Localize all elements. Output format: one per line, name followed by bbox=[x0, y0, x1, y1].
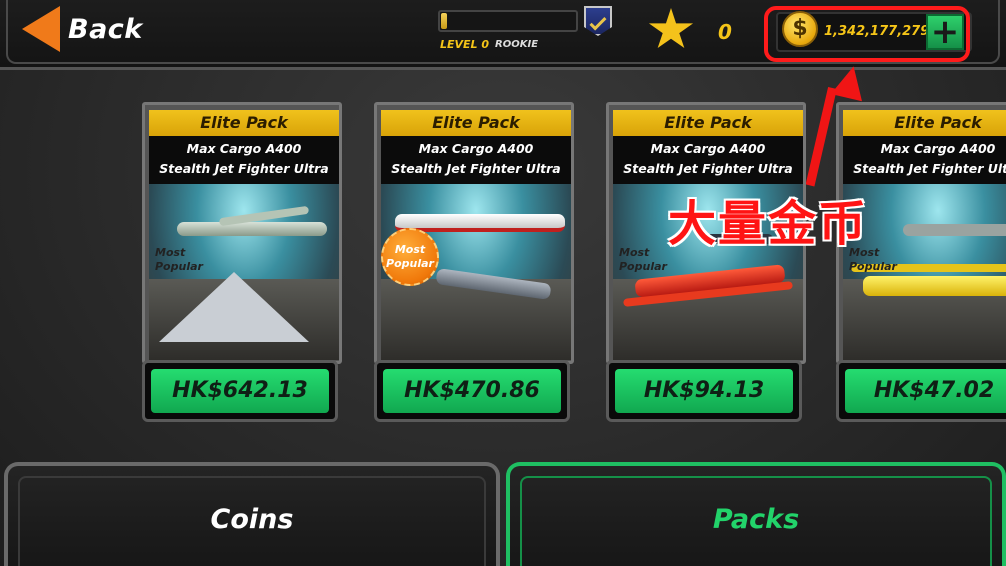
pack-title: Elite Pack bbox=[149, 110, 339, 136]
store-screen: Back LEVEL 0 ROOKIE 0 $ 1,342,177,279 + … bbox=[0, 0, 1006, 566]
pack-title: Elite Pack bbox=[381, 110, 571, 136]
pack-contents: Max Cargo A400 Stealth Jet Fighter Ultra bbox=[613, 136, 803, 184]
pack-contents-line1: Max Cargo A400 bbox=[418, 141, 534, 156]
cargo-plane-icon bbox=[177, 222, 327, 236]
pack-contents-line2: Stealth Jet Fighter Ultra bbox=[623, 161, 793, 176]
pack-frame: Elite Pack Max Cargo A400 Stealth Jet Fi… bbox=[374, 102, 574, 364]
price-button[interactable]: HK$642.13 bbox=[142, 360, 338, 422]
tab-coins-label: Coins bbox=[210, 504, 294, 535]
price-label: HK$470.86 bbox=[383, 369, 561, 413]
pack-card[interactable]: Elite Pack Max Cargo A400 Stealth Jet Fi… bbox=[142, 102, 342, 424]
tab-packs[interactable]: Packs bbox=[506, 462, 1006, 566]
rank-label: ROOKIE bbox=[495, 39, 539, 50]
pack-contents: Max Cargo A400 Stealth Jet Fighter Ultra bbox=[843, 136, 1006, 184]
pack-card[interactable]: Elite Pack Max Cargo A400 Stealth Jet Fi… bbox=[836, 102, 1006, 424]
price-label: HK$94.13 bbox=[615, 369, 793, 413]
rank-chevron-icon bbox=[589, 13, 607, 31]
highlight-outline bbox=[764, 6, 970, 62]
pack-image: Most Popular bbox=[381, 184, 571, 360]
pack-contents-line2: Stealth Jet Fighter Ultra bbox=[853, 161, 1006, 176]
price-label: HK$47.02 bbox=[845, 369, 1006, 413]
back-arrow-icon bbox=[22, 6, 60, 52]
star-count: 0 bbox=[718, 20, 732, 44]
pack-contents: Max Cargo A400 Stealth Jet Fighter Ultra bbox=[381, 136, 571, 184]
tab-coins[interactable]: Coins bbox=[4, 462, 500, 566]
pack-contents-line1: Max Cargo A400 bbox=[186, 141, 302, 156]
price-button[interactable]: HK$47.02 bbox=[836, 360, 1006, 422]
most-label: Most bbox=[619, 246, 650, 259]
pack-image: Most Popular bbox=[149, 184, 339, 360]
popular-label: Popular bbox=[849, 260, 897, 273]
annotation-arrow-head-icon bbox=[830, 62, 870, 102]
pack-contents-line1: Max Cargo A400 bbox=[650, 141, 766, 156]
most-label: Most bbox=[394, 243, 426, 256]
pack-title: Elite Pack bbox=[613, 110, 803, 136]
level-progress-fill bbox=[441, 13, 447, 29]
pack-contents: Max Cargo A400 Stealth Jet Fighter Ultra bbox=[149, 136, 339, 184]
popular-label: Popular bbox=[386, 257, 434, 270]
pack-card[interactable]: Elite Pack Max Cargo A400 Stealth Jet Fi… bbox=[606, 102, 806, 424]
pack-contents-line2: Stealth Jet Fighter Ultra bbox=[159, 161, 329, 176]
popular-label: Popular bbox=[619, 260, 667, 273]
most-label: Most bbox=[155, 246, 186, 259]
most-popular-label: Most Popular bbox=[155, 246, 203, 274]
price-button[interactable]: HK$94.13 bbox=[606, 360, 802, 422]
back-label: Back bbox=[68, 13, 143, 45]
level-progress-bar bbox=[438, 10, 578, 32]
level-label: LEVEL 0 bbox=[440, 38, 490, 51]
pack-frame: Elite Pack Max Cargo A400 Stealth Jet Fi… bbox=[142, 102, 342, 364]
pack-contents-line1: Max Cargo A400 bbox=[880, 141, 996, 156]
most-popular-badge: Most Popular bbox=[381, 228, 439, 286]
price-label: HK$642.13 bbox=[151, 369, 329, 413]
price-button[interactable]: HK$470.86 bbox=[374, 360, 570, 422]
pack-contents-line2: Stealth Jet Fighter Ultra bbox=[391, 161, 561, 176]
popular-label: Popular bbox=[155, 260, 203, 273]
annotation-text: 大量金币 bbox=[668, 196, 869, 252]
grey-plane-icon bbox=[903, 224, 1006, 236]
pack-card[interactable]: Elite Pack Max Cargo A400 Stealth Jet Fi… bbox=[374, 102, 574, 424]
back-button[interactable]: Back bbox=[22, 6, 162, 52]
pack-title: Elite Pack bbox=[843, 110, 1006, 136]
level-info: LEVEL 0 ROOKIE bbox=[440, 38, 538, 51]
most-popular-label: Most Popular bbox=[619, 246, 667, 274]
seaplane-icon bbox=[863, 276, 1006, 296]
tab-packs-label: Packs bbox=[712, 504, 800, 535]
annotation-arrow-shaft bbox=[805, 86, 837, 187]
stealth-jet-icon bbox=[159, 272, 309, 342]
